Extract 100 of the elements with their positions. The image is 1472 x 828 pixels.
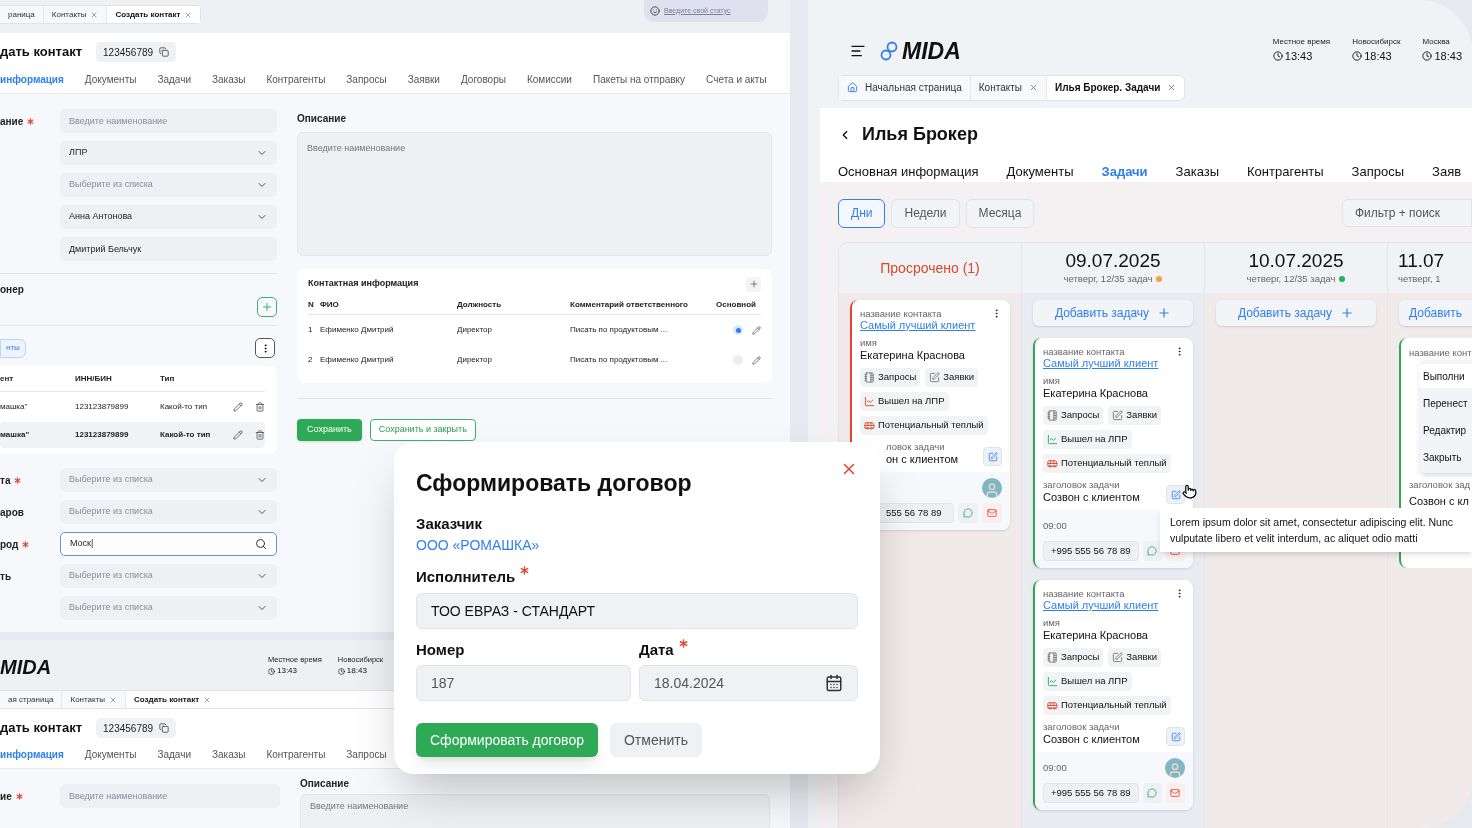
input-field[interactable]: Введите наименование — [60, 109, 277, 133]
section-tab[interactable]: информация — [0, 746, 64, 762]
delete-icon[interactable] — [255, 402, 265, 412]
date-field[interactable]: 18.04.2024 — [639, 665, 858, 701]
tag-chip[interactable]: Потенциальный теплый — [1043, 696, 1171, 715]
section-tab[interactable]: Заяв — [1432, 162, 1462, 182]
section-tab[interactable]: Заказы — [1175, 162, 1220, 182]
task-card[interactable]: название контакта Самый лучший клиент имя Екатерина Краснова Запросы Заявки Вышел на ЛПР Потенциальный теплый заголовок задачи Созвон с клиентом 09:00 +995 555 56 78 89 — [1033, 580, 1193, 810]
cancel-button[interactable]: Отменить — [609, 723, 702, 757]
save-and-close-button[interactable]: Сохранить и закрыть — [369, 419, 476, 441]
executor-field[interactable]: ТОО ЕВРАЗ - СТАНДАРТ — [416, 592, 858, 629]
section-tab[interactable]: Документы — [84, 746, 137, 762]
view-toggle[interactable]: Месяца — [965, 198, 1035, 228]
edit-icon[interactable] — [233, 430, 243, 440]
description-field[interactable]: Введите наименование — [297, 132, 772, 256]
page-tab[interactable]: Контакты — [62, 691, 127, 708]
page-tab[interactable]: Контакты — [43, 6, 108, 23]
menu-item[interactable]: Закрыть — [1419, 445, 1472, 469]
customer-link[interactable]: ООО «РОМАШКА» — [416, 535, 540, 556]
whatsapp-button[interactable] — [1142, 541, 1162, 561]
table-row[interactable]: машка" 123123879899 Какой-то тип — [0, 394, 265, 420]
view-toggle[interactable]: Недели — [891, 198, 960, 228]
description-field[interactable]: Введите наименование — [300, 794, 770, 828]
copy-icon[interactable] — [159, 47, 170, 57]
section-tab[interactable]: Заказы — [212, 71, 246, 87]
tag-chip[interactable]: Потенциальный теплый — [1043, 454, 1171, 473]
section-tab[interactable]: Пакеты на отправку — [592, 71, 686, 87]
section-tab[interactable]: Запросы — [346, 746, 387, 762]
task-card[interactable]: название контакта Самый лучший клиент имя Екатерина Краснова Запросы Заявки Вышел на ЛПР Потенциальный теплый ловок задачи он с клиентом 555 56 78 89 — [850, 300, 1010, 530]
contact-link[interactable]: Самый лучший клиент — [1043, 599, 1185, 612]
edit-button[interactable] — [1166, 485, 1185, 504]
section-tab[interactable]: Комиссии — [526, 71, 572, 87]
close-icon[interactable] — [109, 695, 118, 704]
menu-item[interactable]: Выполни — [1419, 364, 1472, 388]
menu-item[interactable]: Редактир — [1419, 418, 1472, 442]
add-button[interactable] — [257, 297, 277, 317]
tag-chip[interactable]: Потенциальный теплый — [860, 416, 988, 435]
section-tab[interactable]: Запросы — [1351, 162, 1405, 182]
section-tab[interactable]: Документы — [84, 71, 137, 87]
mail-button[interactable] — [1165, 783, 1185, 803]
view-toggle[interactable]: Дни — [838, 198, 886, 228]
section-tab[interactable]: информация — [0, 71, 64, 87]
section-tab[interactable]: Документы — [1006, 162, 1074, 182]
close-icon[interactable] — [90, 10, 99, 19]
add-button[interactable] — [746, 276, 761, 292]
section-tab[interactable]: Договоры — [460, 71, 506, 87]
section-tab[interactable]: Основная информация — [838, 162, 979, 182]
phone-number[interactable]: 555 56 78 89 — [878, 503, 954, 523]
tag-chip[interactable]: Вышел на ЛПР — [860, 392, 949, 411]
tag-chip[interactable]: Запросы — [860, 368, 921, 387]
copy-icon[interactable] — [159, 723, 170, 733]
phone-number[interactable]: +995 555 56 78 89 — [1043, 783, 1139, 803]
edit-icon[interactable] — [752, 355, 761, 365]
page-tab[interactable]: Начальная страница — [839, 75, 971, 100]
whatsapp-button[interactable] — [1142, 783, 1162, 803]
more-button[interactable] — [255, 338, 275, 358]
section-tab[interactable]: Запросы — [346, 71, 387, 87]
add-task-button[interactable]: Добавить задачу — [1033, 300, 1193, 326]
delete-icon[interactable] — [255, 430, 265, 440]
contact-link[interactable]: Самый лучший клиент — [860, 319, 1002, 332]
page-tab[interactable]: Контакты — [970, 75, 1047, 100]
select-field[interactable]: Анна Антонова — [60, 205, 277, 229]
whatsapp-button[interactable] — [958, 503, 978, 523]
filter-chip[interactable]: нты — [0, 338, 26, 358]
close-icon[interactable] — [203, 695, 212, 704]
section-tab[interactable]: Контрагенты — [266, 746, 326, 762]
filter-search-field[interactable]: Фильтр + поиск — [1342, 199, 1472, 227]
section-tab[interactable]: Задачи — [157, 71, 191, 87]
contact-link[interactable]: Самый лучший клиент — [1043, 357, 1185, 370]
add-task-button[interactable]: Добавить задачу — [1216, 300, 1376, 326]
table-row[interactable]: машка" 123123879899 Какой-то тип — [0, 422, 265, 448]
primary-radio[interactable] — [733, 325, 743, 335]
tag-chip[interactable]: Запросы — [1043, 648, 1104, 667]
section-tab[interactable]: Счета и акты — [706, 71, 767, 87]
section-tab[interactable]: Заказы — [212, 746, 246, 762]
close-icon[interactable] — [184, 10, 193, 19]
section-tab[interactable]: Задачи — [1101, 162, 1148, 182]
section-tab[interactable]: Заявки — [407, 71, 440, 87]
section-tab[interactable]: Контрагенты — [1247, 162, 1324, 182]
section-tab[interactable]: Контрагенты — [266, 71, 326, 87]
tag-chip[interactable]: Заявки — [1108, 406, 1161, 425]
tag-chip[interactable]: Заявки — [1108, 648, 1161, 667]
page-tab[interactable]: раница — [0, 6, 44, 23]
menu-item[interactable]: Перенест — [1419, 391, 1472, 415]
tag-chip[interactable]: Вышел на ЛПР — [1043, 672, 1132, 691]
input-field[interactable]: Введите наименование — [60, 784, 280, 808]
edit-button[interactable] — [1166, 727, 1185, 746]
page-tab[interactable]: Илья Брокер. Задачи — [1046, 75, 1185, 100]
edit-icon[interactable] — [752, 325, 761, 335]
menu-icon[interactable] — [850, 43, 866, 59]
tag-chip[interactable]: Заявки — [925, 368, 978, 387]
number-field[interactable]: 187 — [416, 665, 631, 701]
page-tab[interactable]: ая страница — [0, 691, 63, 708]
add-task-button[interactable]: Добавить — [1399, 300, 1472, 326]
select-field[interactable]: ЛПР — [60, 141, 277, 165]
search-field[interactable]: Моск| — [60, 532, 277, 556]
phone-number[interactable]: +995 555 56 78 89 — [1043, 541, 1139, 561]
tag-chip[interactable]: Запросы — [1043, 406, 1104, 425]
input-field[interactable]: Дмитрий Бельчук — [60, 237, 277, 261]
tag-chip[interactable]: Вышел на ЛПР — [1043, 430, 1132, 449]
